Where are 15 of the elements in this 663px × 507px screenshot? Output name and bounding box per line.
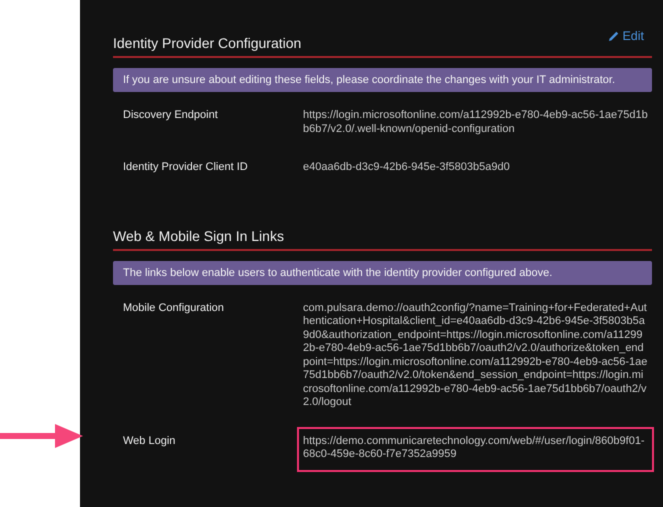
info-banner: If you are unsure about editing these fields, please coordinate the changes with your IT administrator.	[113, 68, 652, 92]
field-label: Web Login	[123, 434, 176, 448]
field-value: e40aa6db-d3c9-42b6-945e-3f5803b5a9d0	[303, 161, 511, 174]
arrow-icon	[0, 422, 83, 448]
info-banner: The links below enable users to authenticate with the identity provider configured above.	[113, 260, 652, 284]
field-label: Identity Provider Client ID	[123, 161, 249, 174]
field-value: com.pulsara.demo://oauth2config/?name=Training+for+Federated+Authentication+Hospital&client_id=e40aa6db-d3c9-42b6-945e-3f5803b5a9d0&authorization_endpoint=https://login.microsoftonline.com/a112992b-e780-4eb9-ac56-1ae75d1bb6b7/oauth2/v2.0/authorize&token_endpoint=https://login.microsoftonline.com/a112992b-e780-4eb9-ac56-1ae75d1bb6b7/oauth2/v2.0/token&end_session_endpoint=https://login.microsoftonline.com/a112992b-e780-4eb9-ac56-1ae75d1bb6b7/oauth2/v2.0/logout	[303, 302, 648, 410]
field-value: https://demo.communicaretechnology.com/web/#/user/login/860b9f01-68c0-459e-8c60-f7e7352a9959	[303, 434, 646, 462]
section-title: Web & Mobile Sign In Links	[113, 228, 284, 244]
field-label: Discovery Endpoint	[123, 109, 219, 123]
field-label: Mobile Configuration	[123, 302, 225, 316]
edit-link[interactable]: Edit	[609, 29, 644, 43]
section-title: Identity Provider Configuration	[113, 35, 302, 51]
field-value: https://login.microsoftonline.com/a112992b-e780-4eb9-ac56-1ae75d1bb6b7/v2.0/.well-known/openid-configuration	[303, 109, 648, 136]
pencil-icon	[609, 31, 620, 41]
